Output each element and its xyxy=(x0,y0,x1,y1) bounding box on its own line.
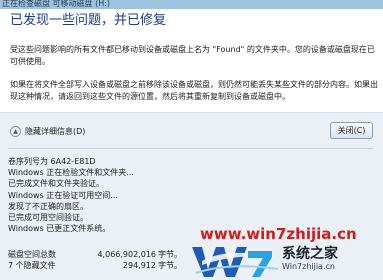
details-log: 卷序列号为 6A42-E81D Windows 正在检验文件和文件夹... 已完… xyxy=(8,156,268,234)
stat-unit: 字节。 xyxy=(158,250,182,259)
details-line: 发现了不正确的扇区。 xyxy=(8,201,88,211)
win7-logo-icon xyxy=(192,247,279,277)
stat-label: 磁盘空间总数 xyxy=(8,250,56,259)
details-line: 已完成可用空间验证。 xyxy=(8,213,88,223)
stat-label: 7 个隐藏文件 xyxy=(8,261,56,270)
stat-row: 磁盘空间总数 4,066,902,016 字节。 xyxy=(8,249,218,260)
window-title: 正在检查磁盘 可移动磁盘 (H:) xyxy=(2,0,111,8)
details-line: 已完成文件和文件夹验证。 xyxy=(8,179,104,189)
watermark-url: www.win7zhijia.cn xyxy=(200,225,357,243)
watermark-brand-sub: Win7zhijia.cn xyxy=(282,262,335,271)
stat-row: 7 个隐藏文件 294,912 字节。 xyxy=(8,260,218,271)
stat-unit: 字节。 xyxy=(158,261,182,270)
toggle-details-button[interactable]: ▲ 隐藏详细信息(D) xyxy=(10,126,85,137)
watermark-brand: 系统之家 xyxy=(282,246,338,262)
info-paragraph-2: 如果在将文件全部写入设备或磁盘之前移除该设备或磁盘，则仍然可能丢失某些文件的部分… xyxy=(10,80,378,101)
window-titlebar: 正在检查磁盘 可移动磁盘 (H:) xyxy=(0,0,383,9)
details-divider xyxy=(8,148,373,149)
info-paragraph-1: 受这些问题影响的所有文件都已移动到设备或磁盘上名为 "Found" 的文件夹中。… xyxy=(10,45,375,66)
disk-stats: 磁盘空间总数 4,066,902,016 字节。 7 个隐藏文件 294,912… xyxy=(8,249,218,271)
close-button[interactable]: 关闭(C) xyxy=(330,122,373,139)
details-line: Windows 正在检验文件和文件夹... xyxy=(8,168,134,178)
dialog-heading: 已发现一些问题，并已修复 xyxy=(10,13,167,28)
stat-value: 294,912 xyxy=(122,261,156,270)
details-line: Windows 正在验证可用空间... xyxy=(8,190,118,200)
chevron-up-icon: ▲ xyxy=(10,126,21,137)
details-line: 卷序列号为 6A42-E81D xyxy=(8,157,96,166)
toggle-details-label: 隐藏详细信息(D) xyxy=(25,127,86,136)
stat-value: 4,066,902,016 xyxy=(97,250,156,259)
